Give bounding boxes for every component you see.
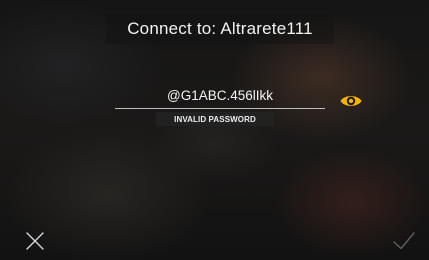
wifi-password-dialog: Connect to: Altrarete111 @G1ABC.456lIkk … xyxy=(0,0,429,260)
dialog-title: Connect to: Altrarete111 xyxy=(127,19,313,38)
password-field-underline xyxy=(115,108,325,109)
show-password-toggle[interactable] xyxy=(339,92,363,110)
error-badge: INVALID PASSWORD xyxy=(156,112,274,126)
error-message: INVALID PASSWORD xyxy=(174,114,256,124)
dialog-header: Connect to: Altrarete111 xyxy=(106,14,334,44)
password-field[interactable]: @G1ABC.456lIkk xyxy=(115,88,325,103)
checkmark-icon xyxy=(393,232,415,250)
close-icon xyxy=(26,232,44,250)
cancel-button[interactable] xyxy=(24,230,46,252)
confirm-button[interactable] xyxy=(391,230,417,252)
eye-icon xyxy=(340,96,362,106)
